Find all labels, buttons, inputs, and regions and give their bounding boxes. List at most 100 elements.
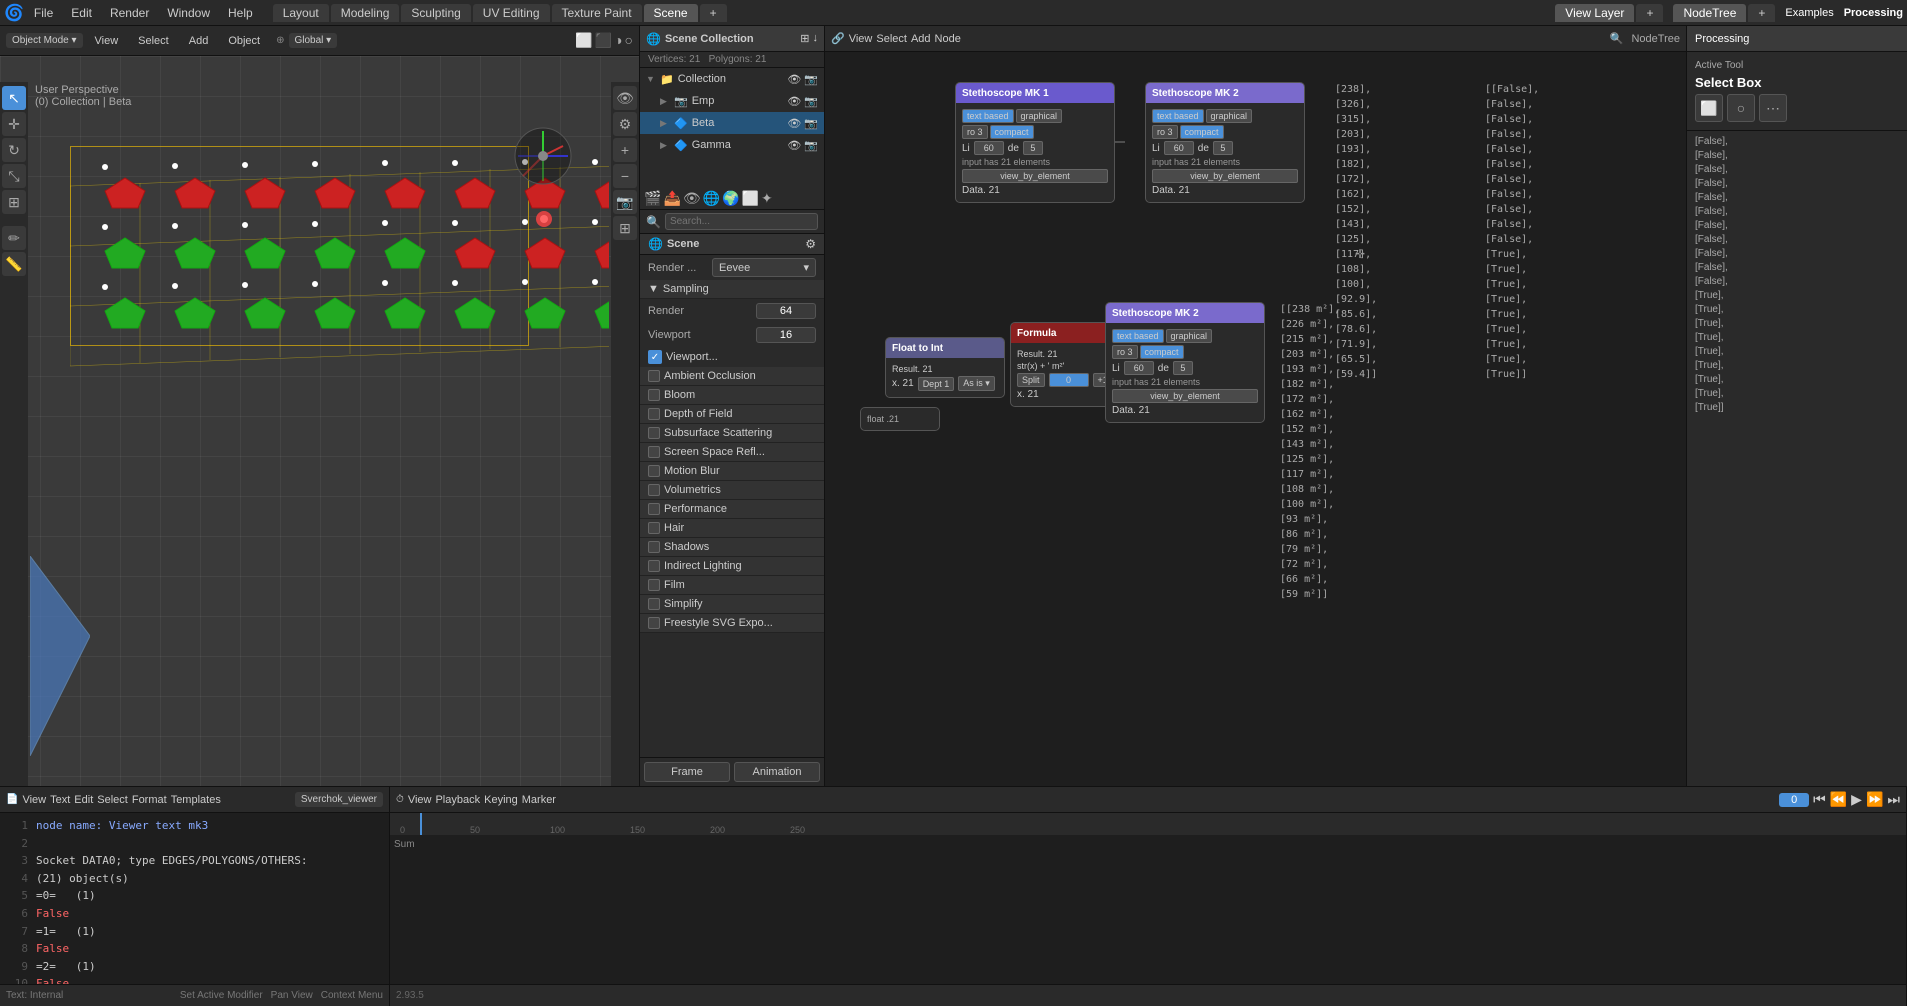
indirect-lighting-checkbox[interactable] — [648, 560, 660, 572]
node-search-icon[interactable]: 🔍 — [1610, 32, 1624, 45]
viewport-check-icon[interactable]: ✓ — [648, 350, 662, 364]
navigator-gizmo[interactable] — [513, 126, 573, 189]
de-value2[interactable]: 5 — [1213, 141, 1233, 155]
menu-help[interactable]: Help — [220, 4, 261, 22]
shading-render[interactable]: ○ — [625, 32, 633, 49]
view-by-element-btn2[interactable]: view_by_element — [1152, 169, 1298, 183]
tl-playback[interactable]: Playback — [435, 794, 480, 806]
performance-checkbox[interactable] — [648, 503, 660, 515]
tl-marker[interactable]: Marker — [522, 794, 556, 806]
section-ssr[interactable]: Screen Space Refl... — [640, 443, 824, 462]
cursor-tool[interactable]: ↖ — [2, 86, 26, 110]
node-editor-panel[interactable]: 🔗 View Select Add Node 🔍 NodeTree — [825, 26, 1687, 786]
ro3-compact-toggle2[interactable]: ro 3 compact — [1152, 125, 1224, 139]
te-format[interactable]: Format — [132, 794, 167, 806]
grid-icon[interactable]: ⊞ — [613, 216, 637, 240]
te-select[interactable]: Select — [97, 794, 128, 806]
tab-add-view-layer[interactable]: + — [1636, 4, 1663, 22]
tab-view-layer[interactable]: View Layer — [1555, 4, 1634, 22]
camera-icon-beta[interactable]: 📷 — [804, 117, 818, 130]
prop-tab-object[interactable]: ⬜ — [742, 190, 759, 207]
tab-modeling[interactable]: Modeling — [331, 4, 400, 22]
section-performance[interactable]: Performance — [640, 500, 824, 519]
select-lasso-icon-btn[interactable]: ⋯ — [1759, 94, 1787, 122]
viewport-add-menu[interactable]: Add — [181, 33, 217, 49]
li-value2[interactable]: 60 — [1164, 141, 1194, 155]
menu-window[interactable]: Window — [159, 4, 218, 22]
viewport-value[interactable]: 16 — [756, 327, 816, 343]
jump-start-btn[interactable]: ⏮ — [1813, 791, 1826, 808]
tab-sculpting[interactable]: Sculpting — [401, 4, 470, 22]
outliner-item-beta[interactable]: ▶ 🔷 Beta 👁 📷 — [640, 112, 824, 134]
tl-keying[interactable]: Keying — [484, 794, 518, 806]
eye-icon[interactable]: 👁 — [787, 73, 801, 86]
view-menu-icon[interactable]: 👁 — [613, 86, 637, 110]
next-frame-btn[interactable]: ⏩ — [1866, 791, 1883, 808]
eye-icon-gamma[interactable]: 👁 — [787, 139, 801, 152]
zoom-out[interactable]: − — [613, 164, 637, 188]
dof-checkbox[interactable] — [648, 408, 660, 420]
shading-solid[interactable]: ⬛ — [595, 32, 612, 49]
node-stethoscope-mk2-bottom[interactable]: Stethoscope MK 2 text based graphical ro… — [1105, 302, 1265, 423]
ro3-btn3[interactable]: ro 3 — [1112, 345, 1138, 359]
mode-dropdown[interactable]: Object Mode ▾ — [6, 33, 83, 48]
measure-tool[interactable]: 📏 — [2, 252, 26, 276]
section-shadows[interactable]: Shadows — [640, 538, 824, 557]
tab-node-tree[interactable]: NodeTree — [1673, 4, 1746, 22]
node-float-to-int[interactable]: Float to Int Result. 21 x. 21 Dept 1 As … — [885, 337, 1005, 398]
tab-texture-paint[interactable]: Texture Paint — [552, 4, 642, 22]
transform-tool[interactable]: ⊞ — [2, 190, 26, 214]
ro3-compact-toggle3[interactable]: ro 3 compact — [1112, 345, 1184, 359]
eye-icon-emp[interactable]: 👁 — [787, 95, 801, 108]
volumetrics-checkbox[interactable] — [648, 484, 660, 496]
eye-icon-beta[interactable]: 👁 — [787, 117, 801, 130]
render-search-input[interactable] — [665, 213, 818, 230]
text-based-btn3[interactable]: text based — [1112, 329, 1164, 343]
section-hair[interactable]: Hair — [640, 519, 824, 538]
te-templates[interactable]: Templates — [171, 794, 221, 806]
camera-icon[interactable]: 📷 — [613, 190, 637, 214]
section-bloom[interactable]: Bloom — [640, 386, 824, 405]
node-canvas[interactable]: Stethoscope MK 1 text based graphical ro… — [825, 52, 1686, 786]
film-checkbox[interactable] — [648, 579, 660, 591]
graphical-btn[interactable]: graphical — [1016, 109, 1063, 123]
camera-icon-gamma[interactable]: 📷 — [804, 139, 818, 152]
viewport-3d[interactable]: ↖ ✛ ↻ ⤡ ⊞ ✏ 📏 👁 ⚙ + − 📷 ⊞ — [0, 56, 639, 786]
section-depth-of-field[interactable]: Depth of Field — [640, 405, 824, 424]
graphical-btn3[interactable]: graphical — [1166, 329, 1213, 343]
tab-layout[interactable]: Layout — [273, 4, 329, 22]
node-stethoscope-mk1[interactable]: Stethoscope MK 1 text based graphical ro… — [955, 82, 1115, 203]
prop-tab-view-layer[interactable]: 👁 — [683, 190, 701, 207]
row-toggle2[interactable]: ro 3 compact — [962, 125, 1034, 139]
text-based-btn[interactable]: text based — [962, 109, 1014, 123]
node-stethoscope-mk2-top[interactable]: Stethoscope MK 2 text based graphical ro… — [1145, 82, 1305, 203]
li-value3[interactable]: 60 — [1124, 361, 1154, 375]
viewport-view-menu[interactable]: View — [87, 33, 127, 49]
menu-file[interactable]: File — [26, 4, 61, 22]
outliner-item-emp[interactable]: ▶ 📷 Emp 👁 📷 — [640, 90, 824, 112]
filter-icon[interactable]: ⊞ — [800, 32, 809, 45]
text-based-btn2[interactable]: text based — [1152, 109, 1204, 123]
ssr-checkbox[interactable] — [648, 446, 660, 458]
context-menu-btn[interactable]: Context Menu — [321, 990, 383, 1001]
te-text[interactable]: Text — [50, 794, 70, 806]
camera-select-icon[interactable]: 📷 — [804, 73, 818, 86]
node-view-menu[interactable]: View — [849, 33, 873, 45]
move-tool[interactable]: ✛ — [2, 112, 26, 136]
bloom-checkbox[interactable] — [648, 389, 660, 401]
de-value[interactable]: 5 — [1023, 141, 1043, 155]
outliner-item-collection[interactable]: ▼ 📁 Collection 👁 📷 — [640, 68, 824, 90]
menu-edit[interactable]: Edit — [63, 4, 100, 22]
view-by-element-btn[interactable]: view_by_element — [962, 169, 1108, 183]
ambient-occlusion-checkbox[interactable] — [648, 370, 660, 382]
viewport-object-menu[interactable]: Object — [220, 33, 268, 49]
section-motion-blur[interactable]: Motion Blur — [640, 462, 824, 481]
ro3-btn[interactable]: ro 3 — [962, 125, 988, 139]
prop-tab-world[interactable]: 🌍 — [722, 190, 739, 207]
jump-end-btn[interactable]: ⏭ — [1887, 791, 1900, 808]
render-engine-dropdown[interactable]: Eevee ▾ — [712, 258, 816, 277]
zoom-in[interactable]: + — [613, 138, 637, 162]
prop-tab-render[interactable]: 🎬 — [644, 190, 661, 207]
motion-blur-checkbox[interactable] — [648, 465, 660, 477]
scale-tool[interactable]: ⤡ — [2, 164, 26, 188]
